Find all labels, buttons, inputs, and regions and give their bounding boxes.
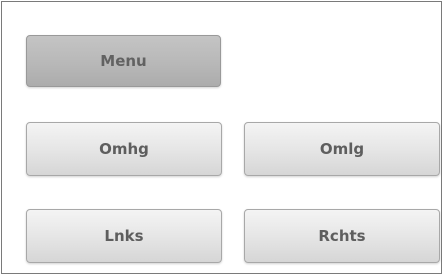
down-button-label: Omlg	[319, 140, 365, 158]
down-button[interactable]: Omlg	[244, 122, 440, 176]
left-button-label: Lnks	[104, 227, 144, 245]
control-panel: Menu Omhg Omlg Lnks Rchts	[1, 1, 442, 274]
menu-button[interactable]: Menu	[26, 35, 221, 87]
up-button-label: Omhg	[99, 140, 149, 158]
menu-button-label: Menu	[100, 52, 147, 70]
left-button[interactable]: Lnks	[26, 209, 222, 263]
right-button[interactable]: Rchts	[244, 209, 440, 263]
right-button-label: Rchts	[318, 227, 366, 245]
up-button[interactable]: Omhg	[26, 122, 222, 176]
